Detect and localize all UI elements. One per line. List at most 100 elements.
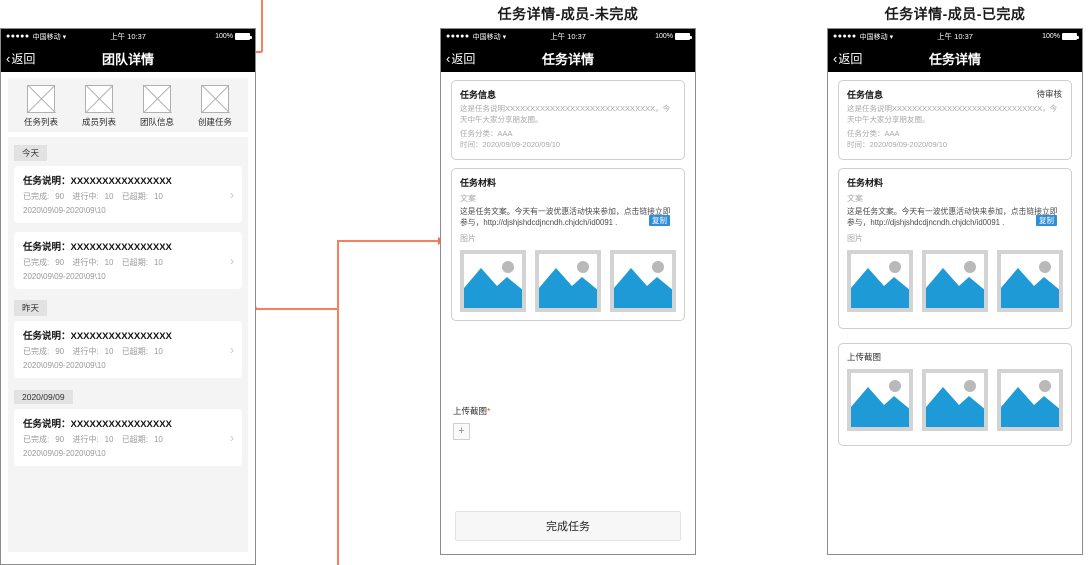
task-info-heading: 任务信息 [460,90,497,100]
image-placeholder[interactable] [997,249,1063,312]
task-info-category: 任务分类：AAA [460,128,513,138]
chevron-left-icon: ‹ [833,50,838,66]
day-chip: 今天 [14,145,48,161]
image-placeholder[interactable] [535,249,601,312]
task-stats: 已完成: 90 进行中: 10 已超期: 10 [23,191,233,202]
sidebar-item-team-info[interactable]: 团队信息 [128,85,186,128]
task-date-range: 2020\09\09-2020\09\10 [23,361,106,370]
task-date-range: 2020\09\09-2020\09\10 [23,272,106,281]
back-button[interactable]: ‹ 返回 [441,50,475,67]
image-placeholder[interactable] [460,249,526,312]
image-placeholder[interactable] [847,368,913,431]
image-placeholder[interactable] [847,249,913,312]
overdue-label: 已超期: [121,258,148,267]
done-value: 90 [55,347,65,356]
done-label: 已完成: [23,258,50,267]
wifi-icon: ▾ [889,33,894,41]
battery-percent-label: 100% [215,33,233,40]
overdue-value: 10 [153,192,163,201]
task-title: 任务说明：XXXXXXXXXXXXXXXX [23,331,172,342]
image-placeholder[interactable] [922,249,988,312]
table-row[interactable]: 任务说明：XXXXXXXXXXXXXXXX 已完成: 90 进行中: 10 已超期:… [14,166,242,223]
overdue-value: 10 [153,347,163,356]
screen-content: 任务信息 这是任务说明XXXXXXXXXXXXXXXXXXXXXXXXXXXXX… [441,80,695,541]
copy-button[interactable]: 复制 [649,214,670,226]
back-button[interactable]: ‹ 返回 [1,50,35,67]
done-label: 已完成: [23,192,50,201]
page-title: 团队详情 [101,51,154,67]
task-title: 任务说明：XXXXXXXXXXXXXXXX [23,176,172,187]
upload-label: 上传截图* [453,405,683,417]
doing-label: 进行中: [72,258,99,267]
sidebar-item-member-list[interactable]: 成员列表 [70,85,128,128]
image-placeholder[interactable] [610,249,676,312]
placeholder-box-icon [27,85,55,113]
sidebar-item-create-task[interactable]: 创建任务 [186,85,244,128]
table-row[interactable]: 任务说明：XXXXXXXXXXXXXXXX 已完成: 90 进行中: 10 已超期:… [14,321,242,378]
chevron-right-icon: › [230,430,234,445]
copy-text-label: 文案 [847,193,863,203]
back-label: 返回 [11,51,36,66]
task-info-description: 这是任务说明XXXXXXXXXXXXXXXXXXXXXXXXXXXXXX，今天中… [847,104,1058,124]
nav-bar: ‹ 返回 任务详情 [441,44,695,72]
upload-label-text: 上传截图 [453,405,488,416]
chevron-right-icon: › [230,253,234,268]
submit-task-button[interactable]: 完成任务 [455,510,681,541]
nav-bar: ‹ 返回 团队详情 [1,44,255,72]
back-label: 返回 [838,51,863,66]
placeholder-box-icon [201,85,229,113]
doing-value: 10 [104,435,114,444]
done-value: 90 [55,258,65,267]
add-image-button[interactable]: + [453,422,470,440]
image-placeholder[interactable] [997,368,1063,431]
nav-bar: ‹ 返回 任务详情 [828,44,1082,72]
table-row[interactable]: 任务说明：XXXXXXXXXXXXXXXX 已完成: 90 进行中: 10 已超期:… [14,232,242,289]
signal-dots-icon: ●●●●● [833,33,857,40]
connector-mid-horizontal-lower [254,308,338,310]
task-stats: 已完成: 90 进行中: 10 已超期: 10 [23,257,233,268]
quick-action-label: 团队信息 [139,117,174,127]
carrier-label: 中国移动 [472,33,501,41]
task-group: 今天 任务说明：XXXXXXXXXXXXXXXX 已完成: 90 进行中: 10 已… [14,143,242,289]
task-info-time: 时间：2020/09/09-2020/09/10 [460,139,561,149]
status-bar-right: 100% [655,33,692,40]
overdue-value: 10 [153,258,163,267]
copy-text-body: 这是任务文案。今天有一波优惠活动快来参加，点击链接立即参与，http://djs… [460,206,671,228]
task-info-time: 时间：2020/09/09-2020/09/10 [847,139,948,149]
copy-text-wrap: 这是任务文案。今天有一波优惠活动快来参加，点击链接立即参与，http://djs… [847,206,1063,229]
mockup-canvas: 任务详情-成员-未完成 任务详情-成员-已完成 ●●●●● 中国移动 ▾ 上午 … [0,0,1089,565]
task-title: 任务说明：XXXXXXXXXXXXXXXX [23,419,172,430]
copy-text-label: 文案 [460,193,476,203]
page-title: 任务详情 [928,51,981,67]
copy-button[interactable]: 复制 [1036,214,1057,226]
caption-middle: 任务详情-成员-未完成 [497,6,639,22]
task-group: 2020/09/09 任务说明：XXXXXXXXXXXXXXXX 已完成: 90 … [14,387,242,466]
sidebar-item-task-list[interactable]: 任务列表 [12,85,70,128]
image-section-label: 图片 [847,233,863,243]
status-badge: 待审核 [1036,89,1062,99]
battery-icon [675,33,692,40]
copy-text-body: 这是任务文案。今天有一波优惠活动快来参加，点击链接立即参与，http://djs… [847,206,1058,228]
status-bar-right: 100% [215,33,252,40]
status-bar-right: 100% [1042,33,1079,40]
placeholder-box-icon [143,85,171,113]
day-chip: 2020/09/09 [14,390,73,404]
done-label: 已完成: [23,435,50,444]
task-group: 昨天 任务说明：XXXXXXXXXXXXXXXX 已完成: 90 进行中: 10 已… [14,298,242,378]
phone-task-detail-complete: ●●●●● 中国移动 ▾ 上午 10:37 100% ‹ 返回 任务详情 任务信… [827,28,1083,555]
image-placeholder[interactable] [922,368,988,431]
doing-label: 进行中: [72,435,99,444]
overdue-value: 10 [153,435,163,444]
task-material-heading: 任务材料 [847,177,884,188]
battery-percent-label: 100% [1042,33,1060,40]
carrier-label: 中国移动 [32,33,61,41]
signal-dots-icon: ●●●●● [446,33,470,40]
overdue-label: 已超期: [121,192,148,201]
connector-top-vertical [261,0,263,52]
screen-content: 任务列表 成员列表 团队信息 创建任务 今天 任务说明：XXXXXXXXXXXX… [1,78,255,552]
table-row[interactable]: 任务说明：XXXXXXXXXXXXXXXX 已完成: 90 进行中: 10 已超期:… [14,409,242,466]
wifi-icon: ▾ [62,33,67,41]
placeholder-box-icon [85,85,113,113]
back-button[interactable]: ‹ 返回 [828,50,862,67]
task-info-category: 任务分类：AAA [847,128,900,138]
